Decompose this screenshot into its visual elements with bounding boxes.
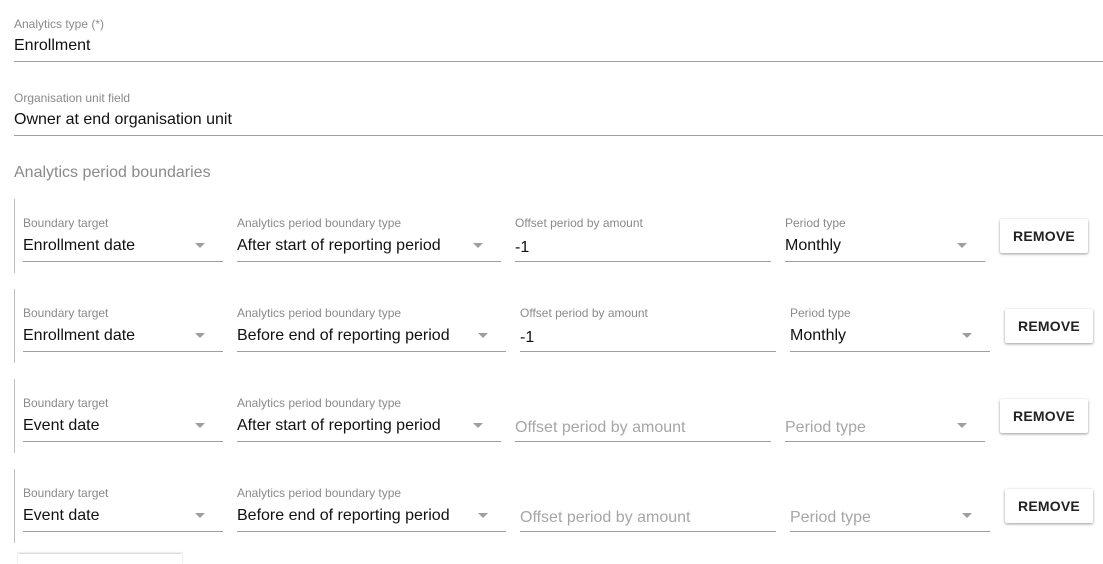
boundary-type-value: Before end of reporting period — [237, 507, 450, 524]
period-type-select[interactable]: Period type — [790, 469, 990, 532]
boundary-type-select[interactable]: Analytics period boundary type Before en… — [237, 469, 506, 532]
boundary-target-select[interactable]: Boundary target Event date — [23, 469, 223, 532]
remove-button[interactable]: REMOVE — [1005, 309, 1093, 343]
remove-button[interactable]: REMOVE — [1005, 489, 1093, 523]
boundary-type-value: After start of reporting period — [237, 417, 441, 434]
boundary-target-value: Enrollment date — [23, 237, 136, 254]
boundary-target-value: Enrollment date — [23, 327, 136, 344]
period-type-placeholder: Period type — [785, 419, 866, 436]
dropdown-arrow-icon — [473, 423, 483, 428]
period-type-value: Monthly — [790, 327, 847, 344]
offset-input[interactable]: Offset period by amount -1 — [520, 289, 776, 352]
boundary-target-label: Boundary target — [23, 396, 109, 410]
boundary-type-value: After start of reporting period — [237, 237, 441, 254]
dropdown-arrow-icon — [962, 513, 972, 518]
boundary-type-select[interactable]: Analytics period boundary type Before en… — [237, 289, 506, 352]
boundary-type-select[interactable]: Analytics period boundary type After sta… — [237, 379, 501, 442]
dropdown-arrow-icon — [478, 513, 488, 518]
org-unit-field-label: Organisation unit field — [14, 91, 131, 105]
boundary-target-value: Event date — [23, 417, 100, 434]
dropdown-arrow-icon — [957, 423, 967, 428]
analytics-type-value: Enrollment — [14, 37, 91, 54]
dropdown-arrow-icon — [478, 333, 488, 338]
dropdown-arrow-icon — [195, 333, 205, 338]
period-type-label: Period type — [790, 306, 851, 320]
offset-label: Offset period by amount — [515, 216, 643, 230]
boundary-type-label: Analytics period boundary type — [237, 396, 402, 410]
dropdown-arrow-icon — [195, 513, 205, 518]
boundary-type-label: Analytics period boundary type — [237, 306, 402, 320]
boundary-row: Boundary target Enrollment date Analytic… — [14, 199, 1103, 273]
period-type-select[interactable]: Period type Monthly — [790, 289, 990, 352]
offset-placeholder: Offset period by amount — [515, 419, 686, 436]
dropdown-arrow-icon — [962, 333, 972, 338]
add-boundary-button[interactable] — [18, 554, 182, 564]
offset-value: -1 — [520, 329, 535, 346]
offset-input[interactable]: Offset period by amount -1 — [515, 199, 771, 262]
analytics-type-label: Analytics type (*) — [14, 17, 105, 31]
remove-button[interactable]: REMOVE — [1000, 219, 1088, 253]
dropdown-arrow-icon — [195, 243, 205, 248]
period-type-value: Monthly — [785, 237, 842, 254]
period-type-placeholder: Period type — [790, 509, 871, 526]
boundary-type-label: Analytics period boundary type — [237, 486, 402, 500]
boundary-target-select[interactable]: Boundary target Enrollment date — [23, 289, 223, 352]
offset-value: -1 — [515, 239, 530, 256]
period-type-select[interactable]: Period type — [785, 379, 985, 442]
period-boundaries-heading: Analytics period boundaries — [14, 164, 211, 181]
offset-input[interactable]: Offset period by amount — [515, 379, 771, 442]
offset-placeholder: Offset period by amount — [520, 509, 691, 526]
boundary-target-label: Boundary target — [23, 216, 109, 230]
period-type-select[interactable]: Period type Monthly — [785, 199, 985, 262]
dropdown-arrow-icon — [473, 243, 483, 248]
period-type-label: Period type — [785, 216, 846, 230]
offset-input[interactable]: Offset period by amount — [520, 469, 776, 532]
org-unit-field-value: Owner at end organisation unit — [14, 111, 232, 128]
remove-button[interactable]: REMOVE — [1000, 399, 1088, 433]
boundary-type-label: Analytics period boundary type — [237, 216, 402, 230]
boundary-type-select[interactable]: Analytics period boundary type After sta… — [237, 199, 501, 262]
boundary-target-select[interactable]: Boundary target Enrollment date — [23, 199, 223, 262]
boundary-target-value: Event date — [23, 507, 100, 524]
boundary-target-label: Boundary target — [23, 306, 109, 320]
boundary-row: Boundary target Event date Analytics per… — [14, 469, 1103, 543]
org-unit-field[interactable]: Organisation unit field Owner at end org… — [14, 91, 1103, 136]
offset-label: Offset period by amount — [520, 306, 648, 320]
analytics-type-field[interactable]: Analytics type (*) Enrollment — [14, 17, 1103, 62]
boundary-row: Boundary target Event date Analytics per… — [14, 379, 1103, 453]
boundary-row: Boundary target Enrollment date Analytic… — [14, 289, 1103, 363]
boundary-target-label: Boundary target — [23, 486, 109, 500]
dropdown-arrow-icon — [957, 243, 967, 248]
dropdown-arrow-icon — [195, 423, 205, 428]
boundary-target-select[interactable]: Boundary target Event date — [23, 379, 223, 442]
boundary-type-value: Before end of reporting period — [237, 327, 450, 344]
